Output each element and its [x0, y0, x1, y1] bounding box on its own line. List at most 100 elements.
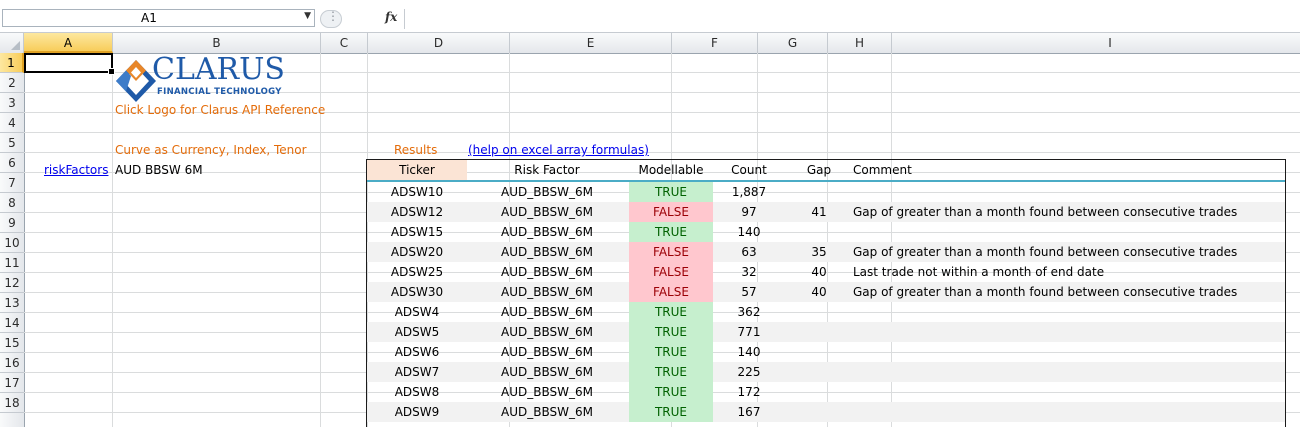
comment-cell[interactable]: [853, 362, 1283, 382]
table-row[interactable]: ADSW10 AUD_BBSW_6M TRUE 1,887: [367, 182, 1285, 202]
count-cell[interactable]: 362: [717, 302, 781, 322]
table-row[interactable]: ADSW12 AUD_BBSW_6M FALSE 97 41 Gap of greater…: [367, 202, 1285, 222]
gap-cell[interactable]: [787, 302, 851, 322]
table-row[interactable]: ADSW6 AUD_BBSW_6M TRUE 140: [367, 342, 1285, 362]
table-row[interactable]: ADSW25 AUD_BBSW_6M FALSE 32 40 Last trade not…: [367, 262, 1285, 282]
table-row[interactable]: ADSW30 AUD_BBSW_6M FALSE 57 40 Gap of greater…: [367, 282, 1285, 302]
modellable-cell[interactable]: TRUE: [629, 402, 713, 422]
gap-cell[interactable]: [787, 342, 851, 362]
column-header-h[interactable]: H: [828, 33, 892, 53]
risk-factor-cell[interactable]: AUD_BBSW_6M: [467, 342, 627, 362]
comment-cell[interactable]: [853, 322, 1283, 342]
ticker-cell[interactable]: ADSW8: [367, 382, 467, 402]
count-cell[interactable]: 167: [717, 402, 781, 422]
risk-factor-cell[interactable]: AUD_BBSW_6M: [467, 222, 627, 242]
gap-cell[interactable]: [787, 382, 851, 402]
count-cell[interactable]: 140: [717, 342, 781, 362]
table-row[interactable]: ADSW4 AUD_BBSW_6M TRUE 362: [367, 302, 1285, 322]
table-row[interactable]: ADSW7 AUD_BBSW_6M TRUE 225: [367, 362, 1285, 382]
column-header-f[interactable]: F: [672, 33, 758, 53]
row-header-8[interactable]: 8: [0, 193, 24, 213]
risk-factors-link[interactable]: riskFactors: [44, 160, 108, 180]
gap-cell[interactable]: [787, 182, 851, 202]
header-count[interactable]: Count: [717, 160, 781, 180]
table-row[interactable]: ADSW5 AUD_BBSW_6M TRUE 771: [367, 322, 1285, 342]
clarus-logo[interactable]: CLARUS FINANCIAL TECHNOLOGY: [114, 53, 294, 104]
row-header-5[interactable]: 5: [0, 133, 24, 153]
row-header-2[interactable]: 2: [0, 73, 24, 93]
row-header-14[interactable]: 14: [0, 313, 24, 333]
risk-factor-cell[interactable]: AUD_BBSW_6M: [467, 202, 627, 222]
ticker-cell[interactable]: ADSW12: [367, 202, 467, 222]
select-all-corner[interactable]: [0, 33, 24, 53]
count-cell[interactable]: 771: [717, 322, 781, 342]
header-risk-factor[interactable]: Risk Factor: [467, 160, 627, 180]
risk-factor-cell[interactable]: AUD_BBSW_6M: [467, 262, 627, 282]
comment-cell[interactable]: [853, 302, 1283, 322]
risk-factor-cell[interactable]: AUD_BBSW_6M: [467, 302, 627, 322]
count-cell[interactable]: 225: [717, 362, 781, 382]
comment-cell[interactable]: [853, 382, 1283, 402]
ticker-cell[interactable]: ADSW10: [367, 182, 467, 202]
table-row[interactable]: ADSW8 AUD_BBSW_6M TRUE 172: [367, 382, 1285, 402]
table-row[interactable]: ADSW15 AUD_BBSW_6M TRUE 140: [367, 222, 1285, 242]
gap-cell[interactable]: [787, 402, 851, 422]
comment-cell[interactable]: Last trade not within a month of end dat…: [853, 262, 1283, 282]
row-header-17[interactable]: 17: [0, 373, 24, 393]
row-header-1[interactable]: 1: [0, 53, 24, 73]
column-header-e[interactable]: E: [510, 33, 672, 53]
formula-input[interactable]: [404, 9, 1300, 29]
ticker-cell[interactable]: ADSW4: [367, 302, 467, 322]
row-header-10[interactable]: 10: [0, 233, 24, 253]
modellable-cell[interactable]: TRUE: [629, 322, 713, 342]
row-header-7[interactable]: 7: [0, 173, 24, 193]
row-header-3[interactable]: 3: [0, 93, 24, 113]
risk-factor-cell[interactable]: AUD_BBSW_6M: [467, 282, 627, 302]
count-cell[interactable]: 1,887: [717, 182, 781, 202]
row-header-16[interactable]: 16: [0, 353, 24, 373]
ticker-cell[interactable]: ADSW7: [367, 362, 467, 382]
comment-cell[interactable]: Gap of greater than a month found betwee…: [853, 282, 1283, 302]
modellable-cell[interactable]: FALSE: [629, 202, 713, 222]
risk-factor-cell[interactable]: AUD_BBSW_6M: [467, 182, 627, 202]
selected-cell-a1[interactable]: [24, 53, 115, 75]
count-cell[interactable]: 140: [717, 222, 781, 242]
column-header-a[interactable]: A: [24, 33, 113, 53]
table-row[interactable]: ADSW9 AUD_BBSW_6M TRUE 167: [367, 402, 1285, 422]
risk-factor-cell[interactable]: AUD_BBSW_6M: [467, 382, 627, 402]
header-ticker[interactable]: Ticker: [367, 160, 467, 180]
gap-cell[interactable]: 40: [787, 262, 851, 282]
gap-cell[interactable]: 40: [787, 282, 851, 302]
modellable-cell[interactable]: FALSE: [629, 262, 713, 282]
comment-cell[interactable]: [853, 402, 1283, 422]
row-header-4[interactable]: 4: [0, 113, 24, 133]
count-cell[interactable]: 172: [717, 382, 781, 402]
risk-factor-cell[interactable]: AUD_BBSW_6M: [467, 242, 627, 262]
risk-factor-cell[interactable]: AUD_BBSW_6M: [467, 402, 627, 422]
row-header-9[interactable]: 9: [0, 213, 24, 233]
risk-factor-cell[interactable]: AUD_BBSW_6M: [467, 362, 627, 382]
header-modellable[interactable]: Modellable: [629, 160, 713, 180]
modellable-cell[interactable]: TRUE: [629, 182, 713, 202]
modellable-cell[interactable]: TRUE: [629, 382, 713, 402]
count-cell[interactable]: 57: [717, 282, 781, 302]
gap-cell[interactable]: 35: [787, 242, 851, 262]
comment-cell[interactable]: [853, 342, 1283, 362]
row-header-12[interactable]: 12: [0, 273, 24, 293]
count-cell[interactable]: 97: [717, 202, 781, 222]
table-row[interactable]: ADSW20 AUD_BBSW_6M FALSE 63 35 Gap of greater…: [367, 242, 1285, 262]
header-gap[interactable]: Gap: [787, 160, 851, 180]
count-cell[interactable]: 32: [717, 262, 781, 282]
name-box[interactable]: A1 ▼: [2, 9, 315, 27]
modellable-cell[interactable]: TRUE: [629, 222, 713, 242]
comment-cell[interactable]: [853, 222, 1283, 242]
row-header-6[interactable]: 6: [0, 153, 24, 173]
row-header-15[interactable]: 15: [0, 333, 24, 353]
comment-cell[interactable]: Gap of greater than a month found betwee…: [853, 242, 1283, 262]
ticker-cell[interactable]: ADSW20: [367, 242, 467, 262]
gap-cell[interactable]: [787, 222, 851, 242]
gap-cell[interactable]: 41: [787, 202, 851, 222]
ticker-cell[interactable]: ADSW25: [367, 262, 467, 282]
formula-bar-resize-handle[interactable]: ⋮: [320, 9, 342, 28]
gap-cell[interactable]: [787, 322, 851, 342]
